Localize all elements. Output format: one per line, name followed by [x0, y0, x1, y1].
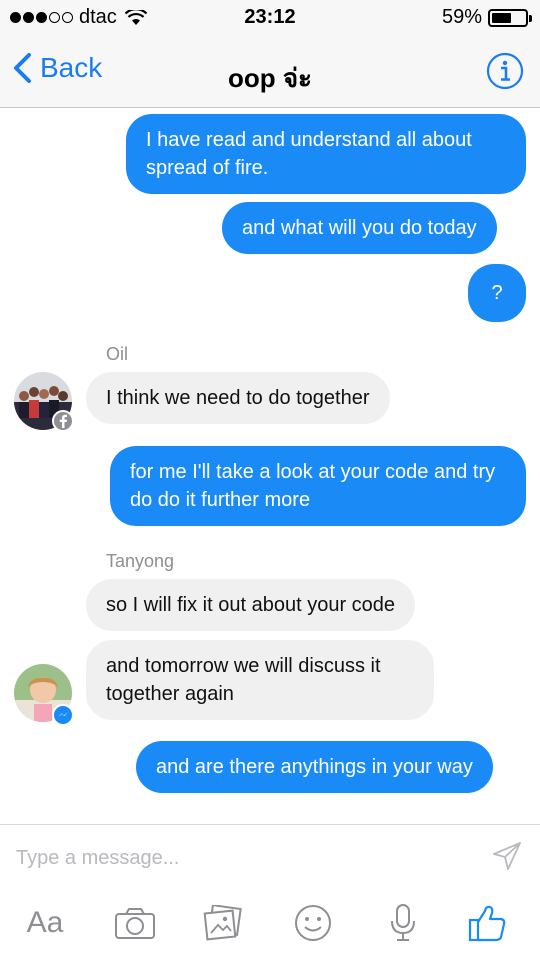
message-text: and what will you do today	[242, 217, 477, 239]
message-text: for me I'll take a look at your code and…	[130, 461, 496, 511]
sender-name: Oil	[106, 344, 128, 364]
message-bubble-outgoing[interactable]: I have read and understand all about spr…	[126, 114, 526, 194]
battery-status: 59%	[441, 6, 532, 29]
message-bubble-outgoing[interactable]: and what will you do today	[222, 202, 497, 254]
message-text: and tomorrow we will discuss it together…	[106, 655, 381, 705]
message-text: I think we need to do together	[106, 387, 370, 409]
message-bubble-outgoing[interactable]: for me I'll take a look at your code and…	[110, 446, 526, 526]
message-composer: Aa	[0, 824, 540, 960]
photo-gallery-icon[interactable]	[200, 899, 246, 947]
battery-level	[492, 12, 511, 23]
message-thread[interactable]: I have read and understand all about spr…	[0, 108, 540, 824]
like-icon[interactable]	[464, 899, 510, 947]
microphone-icon[interactable]	[380, 899, 426, 947]
send-icon[interactable]	[492, 841, 522, 871]
message-bubble-incoming[interactable]: so I will fix it out about your code	[86, 579, 416, 631]
battery-percent: 59%	[441, 6, 482, 28]
battery-icon	[488, 8, 532, 27]
message-bubble-outgoing[interactable]: and are there anythings in your way	[136, 741, 493, 793]
message-bubble-incoming[interactable]: I think we need to do together	[86, 372, 390, 424]
text-format-icon[interactable]: Aa	[22, 899, 68, 947]
message-input[interactable]	[16, 841, 476, 875]
info-icon[interactable]	[486, 52, 524, 90]
composer-toolbar: Aa	[0, 899, 540, 951]
camera-icon[interactable]	[112, 899, 158, 947]
message-text: and are there anythings in your way	[156, 756, 473, 778]
sticker-icon[interactable]	[290, 899, 336, 947]
conversation-header: Back oop จ่ะ	[0, 36, 540, 108]
facebook-badge-icon	[52, 410, 74, 432]
sender-name: Tanyong	[106, 551, 175, 571]
message-text: I have read and understand all about spr…	[146, 129, 472, 179]
messenger-badge-icon	[52, 704, 74, 726]
message-bubble-outgoing[interactable]: ?	[468, 264, 526, 322]
conversation-title[interactable]: oop จ่ะ	[0, 58, 540, 99]
message-bubble-incoming[interactable]: and tomorrow we will discuss it together…	[86, 640, 434, 720]
message-text: ?	[491, 282, 503, 304]
message-text: so I will fix it out about your code	[106, 594, 396, 616]
status-bar: dtac 23:12 59%	[0, 0, 540, 36]
